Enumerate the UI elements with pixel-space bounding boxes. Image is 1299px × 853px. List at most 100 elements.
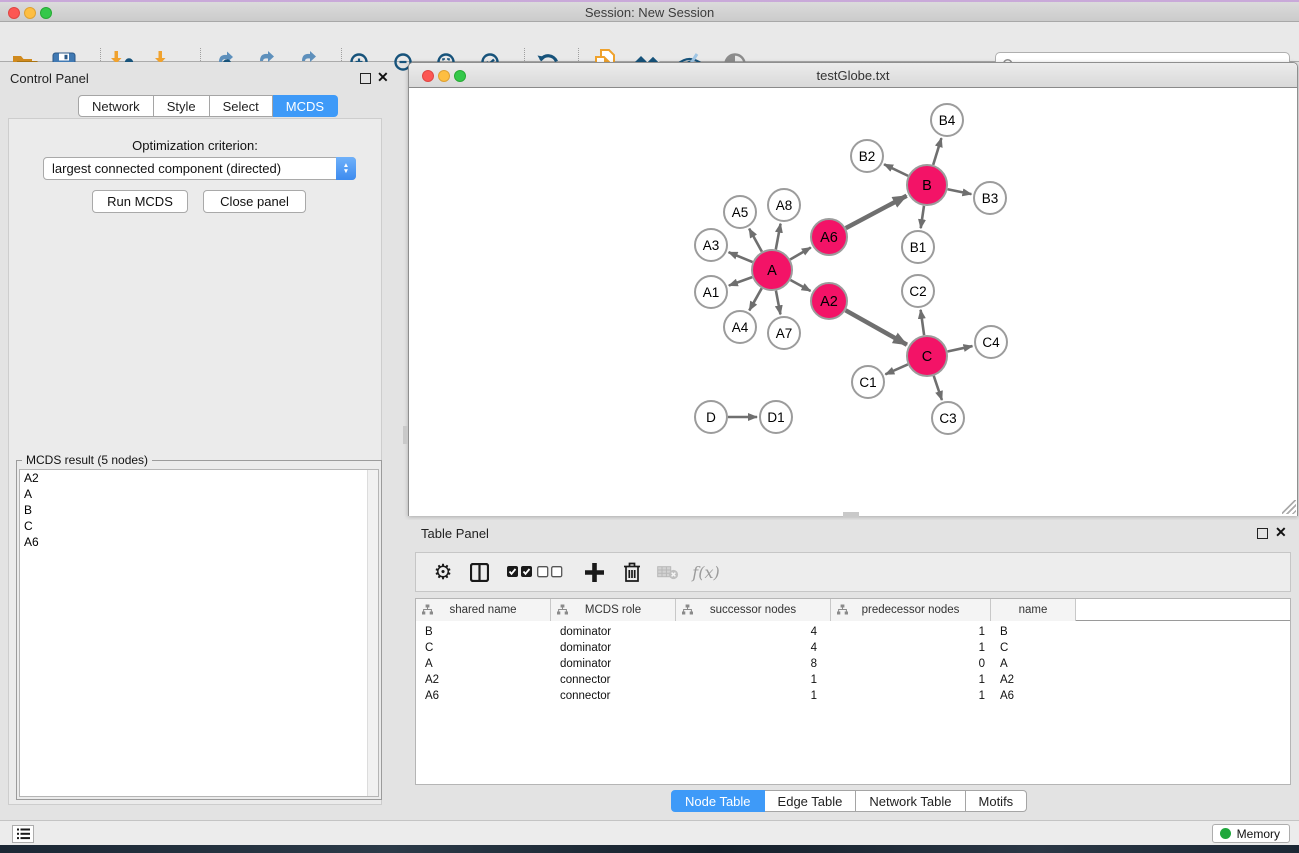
table-toolbar: ⚙ f(x) [415,552,1291,592]
table-row[interactable]: Adominator80A [416,656,1290,672]
application-window: Session: New Session [0,0,1299,853]
node-A5[interactable]: A5 [724,196,756,228]
show-columns-icon[interactable] [462,557,496,587]
delete-table-icon[interactable] [651,557,685,587]
node-C[interactable]: C [907,336,947,376]
tab-network[interactable]: Network [78,95,154,117]
node-C4[interactable]: C4 [975,326,1007,358]
memory-button[interactable]: Memory [1212,824,1290,843]
function-builder-icon[interactable]: f(x) [689,557,723,587]
edge-B-B1[interactable] [921,206,924,228]
node-C2[interactable]: C2 [902,275,934,307]
table-cell: 8 [676,658,831,670]
node-B4[interactable]: B4 [931,104,963,136]
node-A4[interactable]: A4 [724,311,756,343]
close-panel-icon[interactable]: ✕ [377,69,389,86]
result-list-item[interactable]: A6 [20,534,378,550]
node-B3[interactable]: B3 [974,182,1006,214]
table-row[interactable]: Cdominator41C [416,640,1290,656]
table-row[interactable]: A2connector11A2 [416,672,1290,688]
column-header-predecessor-nodes[interactable]: predecessor nodes [831,599,991,621]
tab-style[interactable]: Style [154,95,210,117]
edge-A-A6[interactable] [790,248,811,260]
tab-select[interactable]: Select [210,95,273,117]
mcds-result-list[interactable]: A2ABCA6 [19,469,379,797]
select-all-columns-icon[interactable] [503,557,537,587]
float-panel-icon[interactable] [360,73,371,84]
node-A[interactable]: A [752,250,792,290]
edge-B-B2[interactable] [884,164,908,176]
node-label: C1 [859,375,876,390]
edge-A-A5[interactable] [749,229,762,252]
edge-A-A1[interactable] [729,277,752,285]
node-C1[interactable]: C1 [852,366,884,398]
result-list-item[interactable]: B [20,502,378,518]
create-column-icon[interactable] [577,557,611,587]
node-B1[interactable]: B1 [902,231,934,263]
edge-B-B4[interactable] [933,138,941,165]
edge-A2-C[interactable] [846,310,907,344]
tab-network-table[interactable]: Network Table [856,790,965,812]
window-resize-grip[interactable] [1282,500,1296,514]
node-B2[interactable]: B2 [851,140,883,172]
node-C3[interactable]: C3 [932,402,964,434]
edge-A-A7[interactable] [776,291,781,315]
horizontal-scroll-handle[interactable] [843,512,859,517]
close-panel-button[interactable]: Close panel [203,190,306,213]
column-header-MCDS-role[interactable]: MCDS role [551,599,676,621]
node-D1[interactable]: D1 [760,401,792,433]
node-A1[interactable]: A1 [695,276,727,308]
list-icon [17,828,30,840]
tab-node-table[interactable]: Node Table [671,790,765,812]
edge-C-C2[interactable] [921,310,925,335]
tab-edge-table[interactable]: Edge Table [765,790,857,812]
table-cell: B [416,626,551,638]
column-header-successor-nodes[interactable]: successor nodes [676,599,831,621]
node-A6[interactable]: A6 [811,219,847,255]
task-history-button[interactable] [12,825,34,843]
table-row[interactable]: A6connector11A6 [416,688,1290,704]
table-cell: A2 [991,674,1076,686]
column-header-shared-name[interactable]: shared name [416,599,551,621]
node-A3[interactable]: A3 [695,229,727,261]
edge-A6-B[interactable] [846,196,907,228]
float-panel-icon[interactable] [1257,528,1268,539]
shared-column-icon [837,604,848,619]
network-window-titlebar[interactable]: testGlobe.txt [409,63,1297,88]
column-header-name[interactable]: name [991,599,1076,621]
table-panel: Table Panel ✕ ⚙ f(x) [390,520,1299,815]
node-A7[interactable]: A7 [768,317,800,349]
edge-A-A2[interactable] [790,280,810,291]
table-cell: 1 [676,674,831,686]
vertical-scroll-handle[interactable] [403,426,408,444]
edge-C-C3[interactable] [934,376,942,400]
result-list-item[interactable]: C [20,518,378,534]
edge-A-A4[interactable] [749,288,761,310]
edge-A-A3[interactable] [729,252,753,262]
node-label: A [767,263,777,279]
optimization-criterion-select[interactable]: largest connected component (directed) ▲… [43,157,356,180]
node-A2[interactable]: A2 [811,283,847,319]
close-panel-icon[interactable]: ✕ [1275,524,1287,541]
table-options-icon[interactable]: ⚙ [426,557,460,587]
node-A8[interactable]: A8 [768,189,800,221]
table-row[interactable]: Bdominator41B [416,624,1290,640]
delete-column-icon[interactable] [615,557,649,587]
network-canvas[interactable]: B4 B2 B B3 A5 A8 A6 A3 B1 A C2 A1 A2 A4 A7 C4 C C1 C3 D D1 [409,88,1297,516]
result-list-item[interactable]: A2 [20,470,378,486]
node-B[interactable]: B [907,165,947,205]
deselect-all-columns-icon[interactable] [533,557,567,587]
result-list-item[interactable]: A [20,486,378,502]
node-D[interactable]: D [695,401,727,433]
run-mcds-button[interactable]: Run MCDS [92,190,188,213]
table-cell: 1 [831,642,991,654]
node-table[interactable]: shared nameMCDS rolesuccessor nodesprede… [415,598,1291,785]
edge-C-C4[interactable] [948,346,973,351]
edge-C-C1[interactable] [885,364,907,374]
edge-A-A8[interactable] [776,224,781,250]
table-cell: C [991,642,1076,654]
tab-motifs[interactable]: Motifs [966,790,1028,812]
edge-B-B3[interactable] [948,189,972,194]
tab-mcds[interactable]: MCDS [273,95,338,117]
result-scrollbar[interactable] [367,470,378,796]
